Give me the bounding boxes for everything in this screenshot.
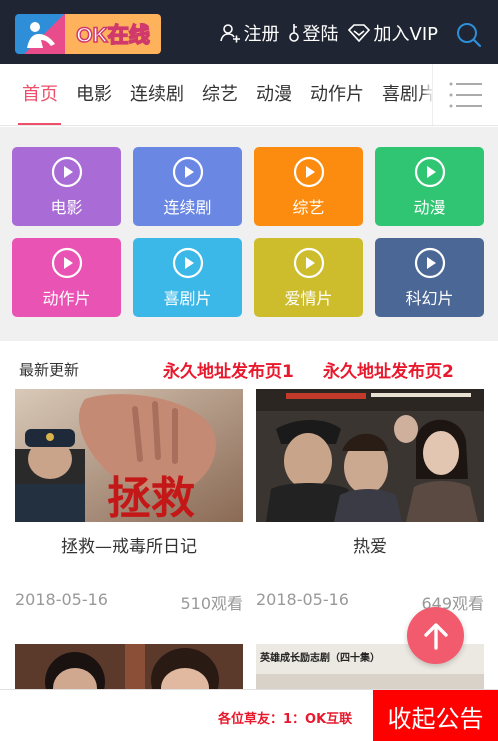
poster-caption: 英雄成长励志剧（四十集） [259, 651, 380, 664]
tab-list: 首页 电影 连续剧 综艺 动漫 动作片 喜剧片 [0, 64, 445, 125]
more-menu-button[interactable] [432, 64, 498, 125]
tab-movie[interactable]: 电影 [67, 64, 121, 125]
search-button[interactable] [456, 22, 482, 52]
video-date: 2018-05-16 [256, 590, 349, 609]
play-icon [172, 156, 203, 187]
play-icon [293, 156, 324, 187]
play-icon [51, 247, 82, 278]
category-anime[interactable]: 动漫 [375, 147, 484, 226]
category-label: 科幻片 [405, 288, 454, 308]
category-grid: 电影 连续剧 综艺 动漫 动作片 喜剧片 爱情片 科幻片 [12, 147, 486, 317]
play-icon [172, 247, 203, 278]
user-add-icon [219, 24, 240, 43]
site-logo[interactable]: OK在线 [15, 14, 161, 54]
poster-image [256, 389, 484, 522]
video-date: 2018-05-16 [15, 590, 108, 609]
permanent-address-link-2[interactable]: 永久地址发布页2 [323, 357, 454, 382]
video-poster[interactable] [256, 389, 484, 522]
category-label: 爱情片 [284, 288, 333, 308]
video-views: 510观看 [180, 594, 243, 613]
category-label: 连续剧 [163, 197, 212, 217]
login-link[interactable]: 登陆 [288, 20, 339, 46]
tab-series[interactable]: 连续剧 [121, 64, 193, 125]
video-card[interactable]: 拯救 拯救—戒毒所日记 2018-05-16 510观看 [15, 389, 243, 613]
category-scifi[interactable]: 科幻片 [375, 238, 484, 317]
play-icon [414, 247, 445, 278]
poster-image [15, 644, 243, 689]
video-title[interactable]: 拯救—戒毒所日记 [15, 532, 243, 557]
category-label: 综艺 [292, 197, 325, 217]
diamond-icon [347, 24, 370, 42]
latest-title: 最新更新 [19, 361, 80, 379]
notice-text: 各位草友：1：OK互联 [218, 712, 353, 727]
key-icon [288, 24, 299, 42]
video-title[interactable]: 热爱 [256, 532, 484, 557]
category-label: 电影 [50, 197, 83, 217]
category-grid-section: 电影 连续剧 综艺 动漫 动作片 喜剧片 爱情片 科幻片 [0, 127, 498, 341]
category-label: 动漫 [413, 197, 446, 217]
category-tabs: 首页 电影 连续剧 综艺 动漫 动作片 喜剧片 [0, 64, 498, 126]
poster-title-text: 拯救 [107, 473, 195, 522]
poster-image: 拯救 [15, 389, 243, 522]
latest-header: 最新更新 永久地址发布页1 永久地址发布页2 [0, 355, 498, 383]
logo-text-box: OK在线 [65, 14, 161, 54]
tab-variety[interactable]: 综艺 [193, 64, 247, 125]
tab-action[interactable]: 动作片 [301, 64, 373, 125]
category-label: 喜剧片 [163, 288, 212, 308]
vip-link[interactable]: 加入VIP [347, 20, 438, 46]
play-icon [414, 156, 445, 187]
arrow-up-icon [423, 622, 448, 650]
logo-mark-icon [15, 14, 65, 54]
tab-anime[interactable]: 动漫 [247, 64, 301, 125]
category-romance[interactable]: 爱情片 [254, 238, 363, 317]
play-icon [51, 156, 82, 187]
category-action[interactable]: 动作片 [12, 238, 121, 317]
video-card[interactable] [15, 644, 243, 689]
notice-bar: 各位草友：1：OK互联 收起公告 [0, 689, 498, 741]
tab-home[interactable]: 首页 [0, 64, 67, 125]
menu-icon [449, 82, 482, 108]
register-link[interactable]: 注册 [219, 20, 280, 46]
search-icon [457, 23, 482, 48]
video-poster[interactable] [15, 644, 243, 689]
login-label: 登陆 [302, 24, 339, 45]
logo-text: OK在线 [76, 23, 151, 48]
vip-label: 加入VIP [373, 24, 438, 45]
play-icon [293, 247, 324, 278]
category-label: 动作片 [42, 288, 91, 308]
register-label: 注册 [243, 24, 280, 45]
back-to-top-button[interactable] [407, 607, 464, 664]
category-comedy[interactable]: 喜剧片 [133, 238, 242, 317]
category-movie[interactable]: 电影 [12, 147, 121, 226]
permanent-address-link-1[interactable]: 永久地址发布页1 [163, 357, 294, 382]
header-nav: 注册 登陆 加入VIP [211, 20, 438, 46]
category-series[interactable]: 连续剧 [133, 147, 242, 226]
top-header: OK在线 注册 登陆 加入VIP [0, 0, 498, 64]
collapse-notice-button[interactable]: 收起公告 [373, 690, 498, 741]
video-poster[interactable]: 拯救 [15, 389, 243, 522]
category-variety[interactable]: 综艺 [254, 147, 363, 226]
video-card[interactable]: 热爱 2018-05-16 649观看 [256, 389, 484, 613]
